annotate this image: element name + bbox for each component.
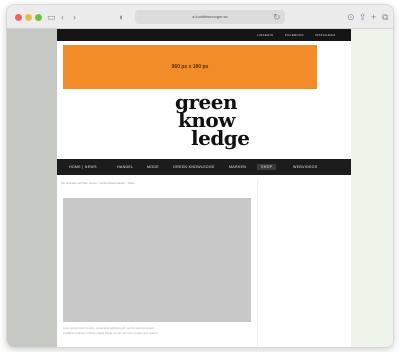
social-top-bar: LINKEDIN FACEBOOK INSTAGRAM [57,29,351,41]
reload-icon[interactable]: ↻ [273,11,281,23]
minimize-window-button[interactable] [25,14,32,21]
download-icon[interactable]: ⊙ [347,11,355,23]
banner-size-label: 960 px x 180 px [171,64,209,70]
banner-placeholder: 960 px x 180 px [63,45,317,89]
nav-webvideos[interactable]: WEBVIDEOS [293,164,317,170]
page-background-left [7,29,57,347]
nav-handel[interactable]: HANDEL [117,164,133,170]
chevron-left-icon[interactable]: ‹ [61,11,64,23]
close-window-button[interactable] [15,14,22,21]
page-background-right [351,29,393,347]
page-viewport: LINKEDIN FACEBOOK INSTAGRAM 960 px x 180… [7,29,393,347]
new-tab-icon[interactable]: + [371,11,376,23]
sidebar-divider [257,179,258,347]
main-navigation: HOME | NEWS HANDEL MODE GREEN KNOWLEDGE … [57,159,351,175]
sidebar-toggle-icon[interactable]: ▭ [47,11,56,23]
facebook-link[interactable]: FACEBOOK [285,32,304,38]
breadcrumb: Sie befinden sich hier: Home > Grüne Mod… [61,181,135,185]
green-knowledge-logo[interactable]: green know ledge [175,92,255,157]
nav-green-knowledge[interactable]: GREEN KNOWLEDGE [173,164,215,170]
body-text-line-2: incididunt ut labore et dolore magna ali… [63,332,158,335]
nav-shop[interactable]: SHOP [257,164,277,170]
maximize-window-button[interactable] [35,14,42,21]
linkedin-link[interactable]: LINKEDIN [257,32,273,38]
privacy-shield-icon[interactable]: ◐ [119,11,124,23]
share-icon[interactable]: ⇪ [359,11,367,23]
chevron-right-icon[interactable]: › [73,11,76,23]
nav-mode[interactable]: MODE [147,164,159,170]
address-bar[interactable]: a.lookthismooger.se [135,10,285,24]
browser-window: ▭ ‹ › ◐ a.lookthismooger.se ↻ ⊙ ⇪ + ⧉ LI… [6,4,394,348]
site-container: LINKEDIN FACEBOOK INSTAGRAM 960 px x 180… [57,29,351,347]
nav-home-news[interactable]: HOME | NEWS [69,164,97,170]
address-bar-url: a.lookthismooger.se [192,14,228,19]
body-text: Lorem ipsum dolor sit amet, consectetur … [63,326,253,336]
tabs-overview-icon[interactable]: ⧉ [382,11,388,23]
nav-marken[interactable]: MARKEN [229,164,246,170]
instagram-link[interactable]: INSTAGRAM [315,32,335,38]
browser-toolbar: ▭ ‹ › ◐ a.lookthismooger.se ↻ ⊙ ⇪ + ⧉ [7,5,393,29]
image-placeholder [63,198,251,322]
